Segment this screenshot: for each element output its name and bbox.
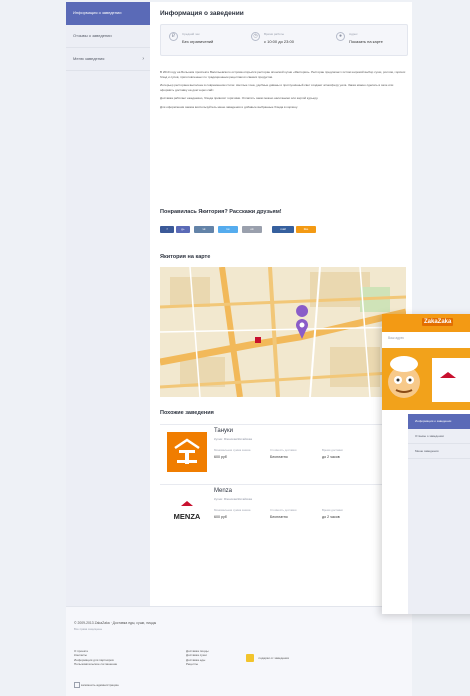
meta-label: Минимальная сумма заказа (214, 508, 251, 512)
gifts-label: подарки от заведения (258, 655, 289, 660)
checkbox-label: запомнить администрацию (80, 682, 119, 687)
sidebar-item-label: Отзывы о заведении (73, 33, 112, 38)
chevron-right-icon: › (142, 56, 144, 62)
restaurant-cuisine: Кухня: Японская/Китайская (214, 497, 253, 501)
footer-link[interactable]: Рецепты (186, 662, 209, 666)
restaurant-card[interactable]: MENZA Menza Кухня: Японская/Китайская Ми… (160, 484, 406, 541)
meta-value: 600 руб (214, 514, 227, 519)
overlay-sidebar-item[interactable]: Отзывы о заведении (408, 429, 470, 444)
delivery-cost: Стоимость доставки Бесплатно (270, 448, 322, 459)
footer-copyright: © 2009-2013 ZakaZaka · Доставка еды, суш… (74, 621, 157, 625)
description-paragraph: Доставка работает ежедневно, блюда приво… (160, 96, 319, 101)
restaurant-name[interactable]: Тануки (214, 428, 233, 434)
zakazaka-logo[interactable]: ZakaZaka (422, 318, 454, 326)
restaurant-logo (167, 432, 207, 472)
footer-links-2: Доставка пиццы Доставка суши Доставка ед… (186, 649, 209, 667)
overlay-sidebar-item[interactable]: Меню заведения (408, 444, 470, 459)
meta-value: Бесплатно (270, 514, 288, 519)
show-on-map-link[interactable]: Показать на карте (349, 39, 383, 44)
google-share-button[interactable]: g+ (176, 226, 190, 233)
overlay-preview: ZakaZaka Ваш адрес Информация о заведени… (382, 314, 470, 614)
chef-illustration (388, 356, 470, 402)
meta-label: Стоимость доставки (270, 448, 297, 452)
meta-value: Бесплатно (270, 454, 288, 459)
footer: © 2009-2013 ZakaZaka · Доставка еды, суш… (66, 606, 412, 696)
info-address[interactable]: ● Адрес Показать на карте (336, 30, 404, 52)
meta-value: до 2 часов (322, 514, 340, 519)
footer-links-1: О проекте Контакты Информация для партнё… (74, 649, 117, 667)
min-order: Минимальная сумма заказа 600 руб (214, 448, 266, 459)
delivery-cost: Стоимость доставки Бесплатно (270, 508, 322, 519)
wallet-icon: ₽ (169, 32, 178, 41)
gifts-badge[interactable]: подарки от заведения (246, 649, 289, 667)
footer-link[interactable]: Пользовательское соглашение (74, 662, 117, 666)
description-paragraph: В 2010 году на Большом проспекте Василье… (160, 70, 406, 79)
sidebar-item-reviews[interactable]: Отзывы о заведении (66, 25, 150, 48)
meta-value: до 2 часов (322, 454, 340, 459)
map-image (160, 267, 406, 397)
sidebar-item-menu[interactable]: Меню заведения › (66, 48, 150, 71)
sidebar-item-label: Информация о заведении (73, 10, 122, 15)
info-value: Без ограничений (182, 39, 214, 44)
meta-label: Минимальная сумма заказа (214, 448, 251, 452)
meta-value: 600 руб (214, 454, 227, 459)
info-box: ₽ Средний чек Без ограничений ◷ Время ра… (160, 24, 408, 56)
similar-title: Похожие заведения (160, 410, 214, 416)
description-paragraph: Интерьер ресторана выполнен в современно… (160, 83, 394, 92)
share-title: Понравилась Якитория? Расскажи друзьям! (160, 209, 282, 215)
page-title: Информация о заведении (160, 10, 244, 17)
delivery-time: Время доставки до 2 часов (322, 448, 374, 459)
meta-label: Время доставки (322, 508, 343, 512)
overlay-search[interactable]: Ваш адрес (388, 336, 404, 340)
description-paragraph: Для оформления заказа воспользуйтесь мен… (160, 104, 298, 109)
map[interactable] (160, 267, 406, 397)
svg-text:MENZA: MENZA (174, 512, 201, 521)
main-content: Информация о заведении ₽ Средний чек Без… (150, 2, 412, 606)
overlay-header: ZakaZaka (382, 314, 470, 332)
overlay-sidebar-item[interactable]: Информация о заведении (408, 414, 470, 429)
meta-label: Время доставки (322, 448, 343, 452)
info-average-check: ₽ Средний чек Без ограничений (169, 30, 239, 52)
overlay-sidebar: Информация о заведении Отзывы о заведени… (408, 414, 470, 614)
info-hours: ◷ Время работы с 10:00 до 23:00 (251, 30, 326, 52)
vk-share-button[interactable]: vk (194, 226, 214, 233)
restaurant-cuisine: Кухня: Японская/Китайская (214, 437, 253, 441)
remember-checkbox[interactable]: запомнить администрацию (74, 682, 119, 688)
overlay-left-panel (382, 414, 408, 614)
map-title: Якитория на карте (160, 254, 211, 260)
sidebar: Информация о заведении Отзывы о заведени… (66, 2, 150, 606)
meta-label: Стоимость доставки (270, 508, 297, 512)
info-label: Адрес (349, 32, 358, 36)
like-button[interactable]: like (296, 226, 316, 233)
checkbox-icon (74, 682, 80, 688)
min-order: Минимальная сумма заказа 600 руб (214, 508, 266, 519)
restaurant-card[interactable]: Тануки Кухня: Японская/Китайская Минимал… (160, 424, 406, 481)
mail-share-button[interactable]: mail (272, 226, 294, 233)
ok-share-button[interactable]: ok (242, 226, 262, 233)
sidebar-item-label: Меню заведения (73, 56, 105, 61)
sidebar-item-info[interactable]: Информация о заведении (66, 2, 150, 25)
overlay-banner (382, 348, 470, 410)
clock-icon: ◷ (251, 32, 260, 41)
info-value: с 10:00 до 23:00 (264, 39, 294, 44)
restaurant-name[interactable]: Menza (214, 488, 232, 494)
description: В 2010 году на Большом проспекте Василье… (160, 70, 406, 114)
footer-subtext: Все права защищены (74, 627, 103, 631)
info-label: Средний чек (182, 32, 200, 36)
info-label: Время работы (264, 32, 285, 36)
gift-icon (246, 653, 254, 662)
pin-icon: ● (336, 32, 345, 41)
facebook-share-button[interactable]: f (160, 226, 174, 233)
delivery-time: Время доставки до 2 часов (322, 508, 374, 519)
restaurant-logo: MENZA (167, 492, 207, 532)
twitter-share-button[interactable]: tw (218, 226, 238, 233)
